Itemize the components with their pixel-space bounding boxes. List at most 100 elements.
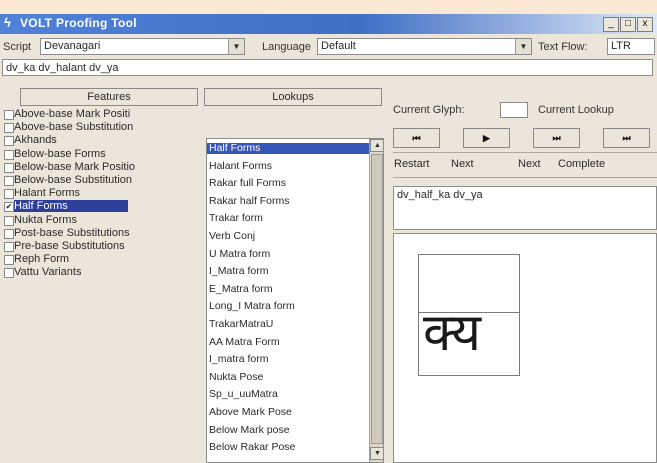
- window-title: VOLT Proofing Tool: [20, 16, 137, 30]
- feature-item[interactable]: Above-base Substitution: [2, 121, 192, 134]
- current-glyph-label: Current Glyph:: [393, 104, 465, 116]
- lookup-item[interactable]: Rakar full Forms: [207, 178, 369, 189]
- language-select[interactable]: Default ▼: [317, 38, 532, 55]
- feature-label: Post-base Substitutions: [14, 226, 130, 239]
- lookups-header[interactable]: Lookups: [204, 88, 382, 106]
- lookup-item[interactable]: Half Forms: [207, 143, 369, 154]
- feature-item[interactable]: Below-base Forms: [2, 148, 192, 161]
- complete-label[interactable]: Complete: [558, 158, 605, 170]
- input-text-field[interactable]: dv_ka dv_halant dv_ya: [2, 59, 653, 76]
- close-button[interactable]: x: [637, 17, 653, 32]
- next-lookup-label[interactable]: Next: [518, 158, 541, 170]
- lookup-item[interactable]: Nukta Pose: [207, 371, 369, 383]
- feature-item[interactable]: Nukta Forms: [2, 214, 192, 227]
- minimize-button[interactable]: _: [603, 17, 619, 32]
- language-value: Default: [321, 40, 356, 52]
- feature-checkbox[interactable]: [4, 176, 14, 186]
- feature-item[interactable]: Below-base Substitution: [2, 174, 192, 187]
- current-glyph-box: [500, 102, 528, 118]
- feature-checkbox[interactable]: [4, 189, 14, 200]
- feature-checkbox[interactable]: [4, 228, 14, 239]
- feature-label: Nukta Forms: [14, 213, 77, 226]
- feature-checkbox[interactable]: [4, 149, 14, 160]
- feature-checkbox[interactable]: [4, 268, 14, 279]
- first-button[interactable]: ⏮: [393, 128, 440, 148]
- glyph-sequence-field[interactable]: dv_half_ka dv_ya: [393, 186, 657, 230]
- lookup-item[interactable]: E_Matra form: [207, 283, 369, 295]
- glyph-sequence-value: dv_half_ka dv_ya: [397, 189, 483, 201]
- feature-item[interactable]: Pre-base Substitutions: [2, 240, 192, 253]
- script-select[interactable]: Devanagari ▼: [40, 38, 245, 55]
- feature-label: Above-base Substitution: [14, 121, 134, 134]
- feature-item[interactable]: ✔ Half Forms: [2, 200, 192, 213]
- feature-item[interactable]: Post-base Substitutions: [2, 227, 192, 240]
- scroll-down-icon[interactable]: ▼: [370, 447, 383, 460]
- nav-button-bar: ⏮ ▶ ⏭ ⏭: [393, 128, 657, 150]
- glyph-bounding-box: क्य: [418, 254, 520, 376]
- feature-checkbox[interactable]: [4, 215, 14, 226]
- rendered-glyph: क्य: [423, 303, 481, 363]
- lookup-item[interactable]: U Matra form: [207, 248, 369, 260]
- language-label: Language: [262, 41, 311, 53]
- lookup-item[interactable]: Rakar half Forms: [207, 195, 369, 207]
- input-text-value: dv_ka dv_halant dv_ya: [6, 62, 119, 74]
- maximize-button[interactable]: □: [620, 17, 636, 32]
- lookup-item[interactable]: Halant Forms: [207, 160, 369, 172]
- last-button[interactable]: ⏭: [603, 128, 650, 148]
- feature-label: Halant Forms: [14, 187, 81, 200]
- textflow-select[interactable]: LTR: [607, 38, 655, 55]
- feature-label: Below-base Forms: [14, 147, 106, 160]
- features-header[interactable]: Features: [20, 88, 198, 106]
- lookup-item[interactable]: I_matra form: [207, 354, 369, 365]
- title-bar: ϟ VOLT Proofing Tool _ □ x: [0, 14, 657, 34]
- feature-item[interactable]: Below-base Mark Positio: [2, 161, 192, 174]
- feature-checkbox[interactable]: ✔: [4, 202, 14, 213]
- fast-forward-button[interactable]: ⏭: [533, 128, 580, 148]
- script-label: Script: [3, 41, 32, 53]
- feature-checkbox[interactable]: [4, 255, 14, 266]
- lookup-item[interactable]: I_Matra form: [207, 266, 369, 277]
- scroll-thumb[interactable]: [371, 154, 383, 444]
- feature-item[interactable]: Vattu Variants: [2, 266, 192, 279]
- lookup-item[interactable]: Sp_u_uuMatra: [207, 389, 369, 400]
- feature-item[interactable]: Above-base Mark Positi: [2, 108, 192, 121]
- current-lookup-label: Current Lookup: [538, 104, 614, 116]
- scroll-up-icon[interactable]: ▲: [370, 139, 383, 152]
- feature-label: Pre-base Substitutions: [14, 240, 125, 252]
- play-button[interactable]: ▶: [463, 128, 510, 148]
- lookups-list[interactable]: Half Forms Halant Forms Rakar full Forms Ra…: [206, 138, 384, 463]
- textflow-label: Text Flow:: [538, 41, 588, 53]
- lookup-item[interactable]: TrakarMatraU: [207, 319, 369, 330]
- feature-checkbox[interactable]: [4, 136, 14, 147]
- lookups-scrollbar[interactable]: ▲ ▼: [369, 139, 383, 462]
- script-value: Devanagari: [44, 40, 101, 52]
- textflow-value: LTR: [611, 40, 631, 52]
- feature-item[interactable]: Halant Forms: [2, 187, 192, 200]
- lookup-item[interactable]: Verb Conj: [207, 231, 369, 242]
- lookup-item[interactable]: Above Mark Pose: [207, 407, 369, 418]
- feature-checkbox[interactable]: [4, 110, 14, 120]
- feature-checkbox[interactable]: [4, 162, 14, 173]
- volt-icon: ϟ: [4, 15, 11, 30]
- lookup-item[interactable]: Below Rakar Pose: [207, 442, 369, 453]
- features-list: Above-base Mark Positi Above-base Substit…: [2, 108, 199, 336]
- feature-item[interactable]: Akhands: [2, 134, 192, 147]
- feature-item[interactable]: Reph Form: [2, 253, 192, 266]
- lookup-item[interactable]: AA Matra Form: [207, 336, 369, 348]
- feature-checkbox[interactable]: [4, 242, 14, 252]
- chevron-down-icon[interactable]: ▼: [228, 39, 244, 54]
- nav-labels-row: Restart Next Next Complete: [393, 152, 657, 178]
- feature-label: Reph Form: [14, 253, 70, 266]
- screenshot-root: { "window": { "title": "VOLT Proofing To…: [0, 0, 657, 463]
- next-label[interactable]: Next: [451, 158, 474, 170]
- feature-label: Vattu Variants: [14, 266, 82, 279]
- feature-label: Akhands: [14, 134, 57, 147]
- lookup-item[interactable]: Long_I Matra form: [207, 301, 369, 312]
- lookup-item[interactable]: Below Mark pose: [207, 424, 369, 436]
- restart-label[interactable]: Restart: [394, 158, 429, 170]
- lookup-item[interactable]: Trakar form: [207, 213, 369, 224]
- feature-checkbox[interactable]: [4, 123, 14, 134]
- glyph-preview-area: क्य: [393, 233, 657, 463]
- feature-label: Above-base Mark Positi: [14, 108, 131, 120]
- chevron-down-icon[interactable]: ▼: [515, 39, 531, 54]
